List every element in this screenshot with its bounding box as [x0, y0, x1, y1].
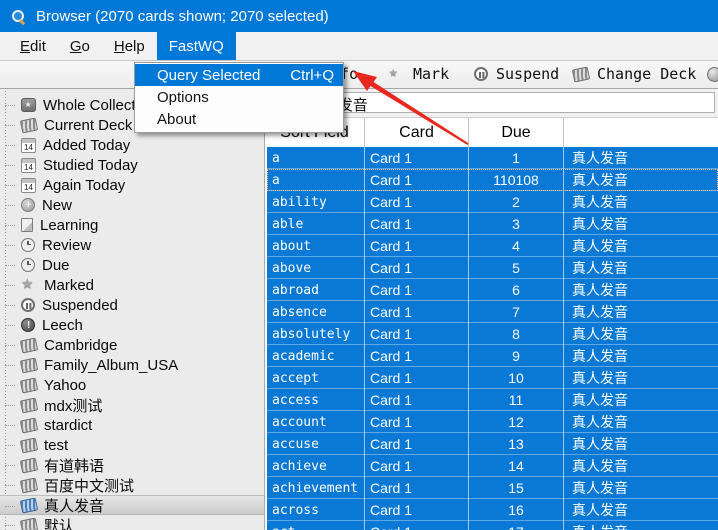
menu-bar: Edit Go Help FastWQ [0, 32, 718, 61]
sidebar-item[interactable]: 百度中文测试 [0, 475, 264, 495]
menubar-item[interactable]: Help [102, 32, 157, 60]
table-row[interactable]: abroad Card 1 6 真人发音 [267, 279, 718, 301]
sidebar: Whole Collection Current Deck Added Toda… [0, 89, 264, 530]
toolbar: Info Mark Suspend Change Deck [0, 61, 718, 89]
learning-icon [21, 218, 33, 232]
pause-icon [474, 67, 488, 81]
deck-icon [20, 457, 38, 473]
table-row[interactable]: accept Card 1 10 真人发音 [267, 367, 718, 389]
table-row[interactable]: access Card 1 11 真人发音 [267, 389, 718, 411]
sidebar-item[interactable]: stardict [0, 415, 264, 435]
calendar-icon [21, 178, 36, 193]
deck-icon [20, 337, 38, 353]
table-row[interactable]: academic Card 1 9 真人发音 [267, 345, 718, 367]
clock-icon [21, 238, 35, 252]
deck-icon [20, 397, 38, 413]
deck-icon [20, 377, 38, 393]
deck-icon [20, 477, 38, 493]
menu-item[interactable]: Query Selected Ctrl+Q [135, 64, 343, 86]
sidebar-item[interactable]: 默认 [0, 515, 264, 530]
sidebar-item[interactable]: Review [0, 235, 264, 255]
table-row[interactable]: about Card 1 4 真人发音 [267, 235, 718, 257]
deck-icon [20, 357, 38, 373]
header-card[interactable]: Card [364, 118, 468, 147]
sidebar-item[interactable]: Leech [0, 315, 264, 335]
deck-icon [572, 66, 590, 82]
sidebar-item[interactable]: Again Today [0, 175, 264, 195]
menu-item[interactable]: Options [135, 86, 343, 108]
card-table-pane: deck:真人发音 Sort Field Card Due a Card 1 1… [264, 89, 718, 530]
table-row[interactable]: account Card 1 12 真人发音 [267, 411, 718, 433]
browser-window: Browser (2070 cards shown; 2070 selected… [0, 0, 718, 530]
table-row[interactable]: achieve Card 1 14 真人发音 [267, 455, 718, 477]
toolbar-button[interactable]: Change Deck [573, 61, 696, 87]
deck-blue-icon [20, 497, 38, 513]
table-row[interactable]: achievement Card 1 15 真人发音 [267, 477, 718, 499]
sidebar-item[interactable]: Learning [0, 215, 264, 235]
star-icon [21, 277, 37, 293]
menubar-item[interactable]: Go [58, 32, 102, 60]
sidebar-item[interactable]: 真人发音 [0, 495, 264, 515]
header-deck[interactable] [563, 118, 718, 147]
sidebar-item[interactable]: Due [0, 255, 264, 275]
table-row[interactable]: absolutely Card 1 8 真人发音 [267, 323, 718, 345]
sidebar-item[interactable]: Family_Album_USA [0, 355, 264, 375]
deck-icon [20, 517, 38, 530]
table-row[interactable]: absence Card 1 7 真人发音 [267, 301, 718, 323]
card-rows: a Card 1 1 真人发音 a Card 1 110108 真人发音 abi… [265, 147, 718, 530]
menu-item[interactable]: About [135, 108, 343, 130]
window-title: Browser (2070 cards shown; 2070 selected… [36, 8, 329, 25]
table-row[interactable]: a Card 1 110108 真人发音 [267, 169, 718, 191]
sidebar-item[interactable]: Marked [0, 275, 264, 295]
menubar-item[interactable]: Edit [8, 32, 58, 60]
sidebar-item[interactable]: test [0, 435, 264, 455]
sidebar-item[interactable]: 有道韩语 [0, 455, 264, 475]
deck-icon [20, 437, 38, 453]
calendar-icon [21, 158, 36, 173]
deck-icon [20, 417, 38, 433]
sidebar-item[interactable]: Yahoo [0, 375, 264, 395]
toolbar-button[interactable]: Mark [389, 61, 449, 87]
header-due[interactable]: Due [468, 118, 563, 147]
sidebar-item[interactable]: Suspended [0, 295, 264, 315]
search-icon [11, 9, 26, 24]
sidebar-item[interactable]: New [0, 195, 264, 215]
sidebar-item[interactable]: Added Today [0, 135, 264, 155]
sidebar-item[interactable]: Studied Today [0, 155, 264, 175]
deck-icon [20, 117, 38, 133]
fastwq-menu: Query Selected Ctrl+Q Options About [134, 62, 344, 133]
table-row[interactable]: accuse Card 1 13 真人发音 [267, 433, 718, 455]
sidebar-item[interactable]: Cambridge [0, 335, 264, 355]
star-icon [389, 66, 405, 82]
toolbar-button[interactable]: Suspend [474, 61, 559, 87]
table-row[interactable]: across Card 1 16 真人发音 [267, 499, 718, 521]
clock-icon [21, 258, 35, 272]
toolbar-extra-icon[interactable] [707, 67, 718, 82]
calendar-icon [21, 138, 36, 153]
table-row[interactable]: able Card 1 3 真人发音 [267, 213, 718, 235]
new-icon [21, 198, 35, 212]
table-row[interactable]: ability Card 1 2 真人发音 [267, 191, 718, 213]
title-bar: Browser (2070 cards shown; 2070 selected… [0, 0, 718, 32]
leech-icon [21, 318, 35, 332]
sidebar-item[interactable]: mdx测试 [0, 395, 264, 415]
pause-icon [21, 298, 35, 312]
menubar-item[interactable]: FastWQ [157, 32, 236, 60]
table-row[interactable]: act Card 1 17 真人发音 [267, 521, 718, 530]
collection-icon [21, 98, 36, 112]
table-row[interactable]: a Card 1 1 真人发音 [267, 147, 718, 169]
table-row[interactable]: above Card 1 5 真人发音 [267, 257, 718, 279]
